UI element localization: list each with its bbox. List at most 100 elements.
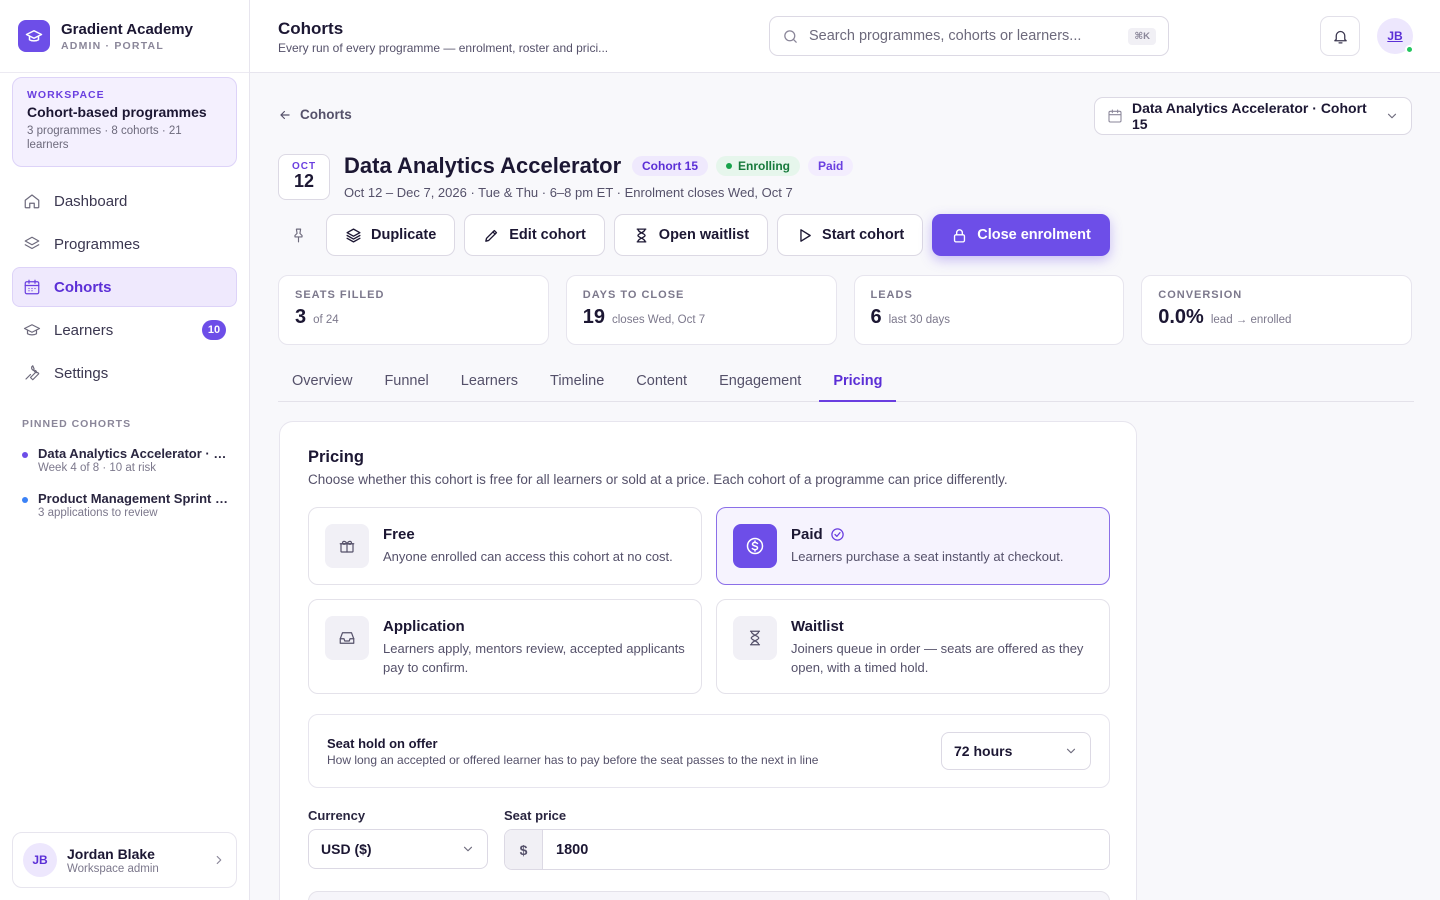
stat-note: closes Wed, Oct 7 xyxy=(612,314,706,326)
chevron-right-icon xyxy=(212,853,226,867)
inbox-icon xyxy=(325,616,369,660)
tab-pricing[interactable]: Pricing xyxy=(819,364,897,402)
currency-select[interactable]: USD ($) xyxy=(308,829,488,869)
pricing-panel: Pricing Choose whether this cohort is fr… xyxy=(279,421,1137,900)
stat-key: LEADS xyxy=(870,289,913,301)
page-subtitle: Every run of every programme — enrolment… xyxy=(278,41,609,55)
duplicate-button[interactable]: Duplicate xyxy=(326,214,456,256)
stat-value: 19 xyxy=(582,306,605,328)
stat-note: last 30 days xyxy=(888,314,950,326)
pricing-option-waitlist[interactable]: Waitlist Joiners queue in order — seats … xyxy=(716,599,1110,694)
currency-value: USD ($) xyxy=(321,841,372,857)
start-cohort-button[interactable]: Start cohort xyxy=(777,214,924,256)
dollar-coin-icon xyxy=(733,524,777,568)
workspace-card[interactable]: WORKSPACE Cohort-based programmes 3 prog… xyxy=(12,77,237,167)
pinned-cohort-item[interactable]: Product Management Sprint · Cohort 8 3 a… xyxy=(22,491,232,519)
close-enrolment-label: Close enrolment xyxy=(977,227,1091,243)
action-bar: Duplicate Edit cohort Open waitlist Star… xyxy=(283,214,1119,256)
stat-key: DAYS TO CLOSE xyxy=(582,289,685,301)
layers-icon xyxy=(345,227,371,244)
sidebar-item-programmes[interactable]: Programmes xyxy=(12,224,237,264)
cohort-select[interactable]: Data Analytics Accelerator · Cohort 15 xyxy=(1094,97,1412,135)
user-role: Workspace admin xyxy=(67,862,159,875)
pricing-option-application[interactable]: Application Learners apply, mentors revi… xyxy=(308,599,702,694)
search-placeholder: Search programmes, cohorts or learners..… xyxy=(809,28,1082,44)
online-status-dot xyxy=(1405,45,1414,54)
seat-hold-card: Seat hold on offer How long an accepted … xyxy=(308,714,1110,788)
user-card[interactable]: JB Jordan Blake Workspace admin xyxy=(12,832,237,888)
stat-value: 3 xyxy=(295,306,307,328)
pricing-option-free[interactable]: Free Anyone enrolled can access this coh… xyxy=(308,507,702,585)
sidebar-item-dashboard[interactable]: Dashboard xyxy=(12,181,237,221)
seat-price-field: $ xyxy=(504,829,1110,870)
pinned-cohort-title: Product Management Sprint · Cohort 8 xyxy=(38,491,232,506)
pricing-title: Pricing xyxy=(308,448,364,466)
search-input[interactable]: Search programmes, cohorts or learners..… xyxy=(769,16,1169,56)
edit-cohort-button[interactable]: Edit cohort xyxy=(464,214,605,256)
graduation-cap-icon xyxy=(23,321,43,339)
hourglass-icon xyxy=(633,227,659,244)
wrench-icon xyxy=(23,364,43,382)
pinned-cohort-subtitle: 3 applications to review xyxy=(38,507,158,519)
sidebar-item-label: Learners xyxy=(54,321,114,339)
stat-card: CONVERSION 0.0% lead → enrolled xyxy=(1141,275,1412,345)
stat-card: SEATS FILLED 3 of 24 xyxy=(278,275,549,345)
cohort-select-value: Data Analytics Accelerator · Cohort 15 xyxy=(1132,100,1367,132)
tab-learners[interactable]: Learners xyxy=(447,364,532,402)
seat-hold-select[interactable]: 72 hours xyxy=(941,732,1091,770)
home-icon xyxy=(23,192,43,210)
sidebar-item-cohorts[interactable]: Cohorts xyxy=(12,267,237,307)
search-shortcut: ⌘K xyxy=(1128,27,1156,45)
pricing-description: Choose whether this cohort is free for a… xyxy=(308,472,1008,487)
workspace-kicker: WORKSPACE xyxy=(27,89,105,101)
seat-price-input[interactable] xyxy=(543,830,1109,869)
sidebar-nav: Dashboard Programmes Cohorts Learners 10… xyxy=(12,181,237,396)
status-dot xyxy=(726,163,733,169)
topbar: Cohorts Every run of every programme — e… xyxy=(250,0,1440,73)
stat-value: 6 xyxy=(870,306,882,328)
stat-key: SEATS FILLED xyxy=(295,289,385,301)
next-section-card xyxy=(308,891,1110,900)
pin-button[interactable] xyxy=(283,214,313,256)
sidebar-item-label: Programmes xyxy=(54,235,140,253)
option-title-text: Paid xyxy=(791,526,823,543)
close-enrolment-button[interactable]: Close enrolment xyxy=(932,214,1110,256)
sidebar-item-learners[interactable]: Learners 10 xyxy=(12,310,237,350)
option-title: Application xyxy=(383,618,465,635)
arrow-left-icon xyxy=(278,108,300,122)
open-waitlist-button[interactable]: Open waitlist xyxy=(613,214,769,256)
sidebar: Gradient Academy ADMIN · PORTAL WORKSPAC… xyxy=(0,0,250,900)
tab-funnel[interactable]: Funnel xyxy=(370,364,442,402)
user-name: Jordan Blake xyxy=(67,845,155,862)
cohort-title: Data Analytics Accelerator xyxy=(344,153,622,178)
tab-content[interactable]: Content xyxy=(622,364,701,402)
option-title: Paid xyxy=(791,526,845,543)
avatar: JB xyxy=(23,843,57,877)
tab-engagement[interactable]: Engagement xyxy=(705,364,815,402)
tab-timeline[interactable]: Timeline xyxy=(536,364,618,402)
bell-icon xyxy=(1332,28,1349,45)
option-description: Learners purchase a seat instantly at ch… xyxy=(791,549,1064,564)
seat-hold-description: How long an accepted or offered learner … xyxy=(327,753,819,767)
stat-note: of 24 xyxy=(313,314,339,326)
sidebar-item-settings[interactable]: Settings xyxy=(12,353,237,393)
tab-overview[interactable]: Overview xyxy=(278,364,366,402)
start-cohort-label: Start cohort xyxy=(822,227,905,243)
search-icon xyxy=(782,28,799,45)
stat-card: DAYS TO CLOSE 19 closes Wed, Oct 7 xyxy=(565,275,837,345)
currency-symbol: $ xyxy=(505,830,543,869)
pricing-option-paid[interactable]: Paid Learners purchase a seat instantly … xyxy=(716,507,1110,585)
status-label: Enrolling xyxy=(738,159,791,173)
back-link[interactable]: Cohorts xyxy=(278,107,352,122)
pinned-cohort-subtitle: Week 4 of 8 · 10 at risk xyxy=(38,462,157,474)
pinned-cohort-dot xyxy=(22,497,28,503)
sidebar-item-label: Dashboard xyxy=(54,192,128,210)
cohort-date-badge: OCT 12 xyxy=(278,154,330,200)
graduation-cap-logo-icon xyxy=(18,20,50,52)
pinned-cohort-item[interactable]: Data Analytics Accelerator · Cohort 15 W… xyxy=(22,446,232,474)
calendar-icon xyxy=(23,278,43,296)
brand[interactable]: Gradient Academy ADMIN · PORTAL xyxy=(0,0,249,73)
date-day: 12 xyxy=(293,171,315,191)
sidebar-item-label: Cohorts xyxy=(54,278,112,296)
notifications-button[interactable] xyxy=(1320,16,1360,56)
